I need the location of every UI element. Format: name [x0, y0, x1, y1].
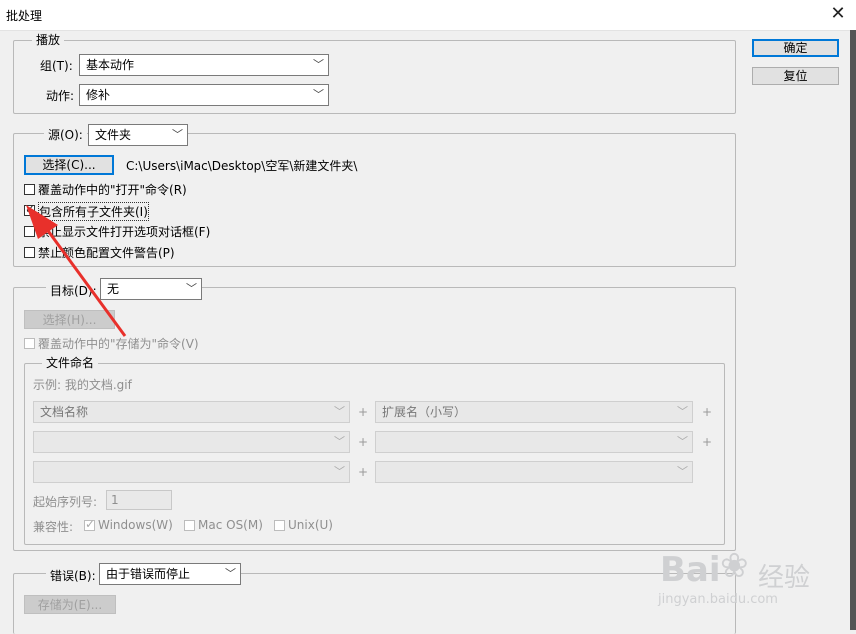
annotation-arrow-icon	[26, 205, 127, 337]
watermark-brand2: 经验	[758, 563, 811, 593]
background-window-edge	[850, 30, 856, 630]
watermark-brand: Bai	[660, 550, 721, 590]
paw-icon: ❀	[720, 546, 749, 586]
watermark-url: jingyan.baidu.com	[658, 592, 778, 607]
